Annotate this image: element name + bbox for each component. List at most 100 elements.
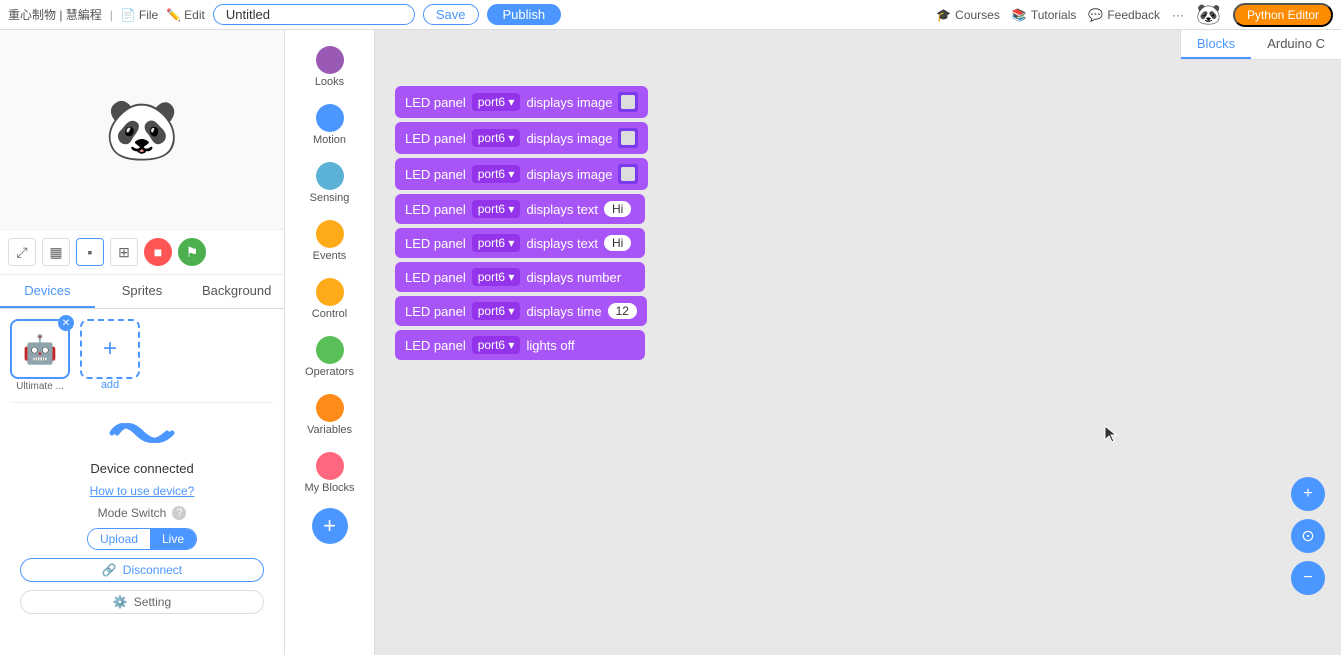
code-block-2[interactable]: LED panel port6 ▾ displays image — [395, 122, 648, 154]
grid-medium-button[interactable]: ▪ — [76, 238, 104, 266]
category-variables[interactable]: Variables — [290, 388, 370, 442]
connection-logo — [102, 413, 182, 453]
block-port-4[interactable]: port6 ▾ — [472, 200, 521, 218]
courses-link[interactable]: 🎓 Courses — [936, 8, 1000, 22]
block-prefix-4: LED panel — [405, 202, 466, 217]
grid-large-button[interactable]: ⊞ — [110, 238, 138, 266]
block-port-3[interactable]: port6 ▾ — [472, 165, 521, 183]
code-area: Blocks Arduino C LED panel port6 ▾ displ… — [375, 30, 1341, 655]
block-port-2[interactable]: port6 ▾ — [472, 129, 521, 147]
code-block-1[interactable]: LED panel port6 ▾ displays image — [395, 86, 648, 118]
blocks-panel: Looks Motion Sensing Events Control Oper… — [285, 30, 375, 655]
control-dot — [316, 278, 344, 306]
category-control[interactable]: Control — [290, 272, 370, 326]
block-prefix-6: LED panel — [405, 270, 466, 285]
mode-switch-label: Mode Switch — [98, 506, 167, 520]
how-to-use-link[interactable]: How to use device? — [90, 484, 195, 498]
operators-label: Operators — [305, 366, 354, 378]
add-block-button[interactable]: + — [312, 508, 348, 544]
more-menu[interactable]: ··· — [1172, 8, 1184, 22]
block-port-6[interactable]: port6 ▾ — [472, 268, 521, 286]
variables-label: Variables — [307, 424, 352, 436]
block-image-icon-3[interactable] — [618, 164, 638, 184]
block-port-7[interactable]: port6 ▾ — [472, 302, 521, 320]
block-prefix-2: LED panel — [405, 131, 466, 146]
save-button[interactable]: Save — [423, 4, 479, 25]
category-motion[interactable]: Motion — [290, 98, 370, 152]
panda-sprite: 🐼 — [105, 94, 180, 165]
looks-label: Looks — [315, 76, 344, 88]
publish-button[interactable]: Publish — [487, 4, 562, 25]
tab-sprites[interactable]: Sprites — [95, 275, 190, 308]
block-pill-7[interactable]: 12 — [608, 303, 637, 319]
add-device-button[interactable]: + — [80, 319, 140, 379]
device-item[interactable]: ✕ 🤖 — [10, 319, 70, 379]
device-close-button[interactable]: ✕ — [58, 315, 74, 331]
zoom-fit-button[interactable]: ⊙ — [1291, 519, 1325, 553]
code-block-4[interactable]: LED panel port6 ▾ displays text Hi — [395, 194, 645, 224]
file-menu[interactable]: 📄 File — [121, 8, 158, 22]
disconnect-button[interactable]: 🔗 Disconnect — [20, 558, 264, 582]
grid-small-button[interactable]: ▦ — [42, 238, 70, 266]
category-events[interactable]: Events — [290, 214, 370, 268]
file-icon: 📄 — [121, 8, 136, 22]
sensing-dot — [316, 162, 344, 190]
sensing-label: Sensing — [310, 192, 350, 204]
expand-button[interactable]: ⤢ — [8, 238, 36, 266]
code-block-8[interactable]: LED panel port6 ▾ lights off — [395, 330, 645, 360]
brand-text: 重心制物 | 慧編程 — [8, 6, 102, 23]
code-blocks-container: LED panel port6 ▾ displays image LED pan… — [375, 66, 1341, 380]
category-looks[interactable]: Looks — [290, 40, 370, 94]
tab-background[interactable]: Background — [189, 275, 284, 308]
tutorials-link[interactable]: 📚 Tutorials — [1012, 8, 1077, 22]
project-title-input[interactable] — [213, 4, 415, 25]
connection-status: Device connected — [90, 461, 193, 476]
code-block-7[interactable]: LED panel port6 ▾ displays time 12 — [395, 296, 647, 326]
live-mode-button[interactable]: Live — [150, 529, 196, 549]
cursor-indicator — [1103, 424, 1119, 449]
device-item-wrapper: ✕ 🤖 Ultimate ... — [10, 319, 70, 392]
flag-button[interactable]: ⚑ — [178, 238, 206, 266]
tab-devices[interactable]: Devices — [0, 275, 95, 308]
zoom-in-button[interactable]: + — [1291, 477, 1325, 511]
block-image-icon-1[interactable] — [618, 92, 638, 112]
category-sensing[interactable]: Sensing — [290, 156, 370, 210]
disconnect-icon: 🔗 — [102, 563, 117, 577]
edit-menu[interactable]: ✏️ Edit — [166, 8, 205, 22]
edit-icon: ✏️ — [166, 8, 181, 22]
tab-arduino[interactable]: Arduino C — [1251, 30, 1341, 59]
myblocks-label: My Blocks — [304, 482, 354, 494]
setting-button[interactable]: ⚙️ Setting — [20, 590, 264, 614]
motion-dot — [316, 104, 344, 132]
python-editor-button[interactable]: Python Editor — [1233, 3, 1333, 27]
block-port-1[interactable]: port6 ▾ — [472, 93, 521, 111]
device-label: Ultimate ... — [16, 381, 64, 392]
events-dot — [316, 220, 344, 248]
block-image-icon-2[interactable] — [618, 128, 638, 148]
feedback-link[interactable]: 💬 Feedback — [1088, 8, 1160, 22]
code-tabs: Blocks Arduino C — [1180, 30, 1341, 60]
block-action-4: displays text — [526, 202, 598, 217]
block-action-2: displays image — [526, 131, 612, 146]
category-operators[interactable]: Operators — [290, 330, 370, 384]
upload-mode-button[interactable]: Upload — [88, 529, 150, 549]
code-block-5[interactable]: LED panel port6 ▾ displays text Hi — [395, 228, 645, 258]
left-panel: 🐼 ⤢ ▦ ▪ ⊞ ■ ⚑ Devices Sprites Background… — [0, 30, 285, 655]
user-avatar: 🐼 — [1196, 2, 1221, 27]
code-block-3[interactable]: LED panel port6 ▾ displays image — [395, 158, 648, 190]
device-connection-panel: Device connected How to use device? Mode… — [10, 402, 274, 624]
devices-content: ✕ 🤖 Ultimate ... + add — [0, 309, 284, 655]
block-pill-5[interactable]: Hi — [604, 235, 631, 251]
zoom-out-button[interactable]: − — [1291, 561, 1325, 595]
device-list: ✕ 🤖 Ultimate ... + add — [10, 319, 274, 392]
block-port-5[interactable]: port6 ▾ — [472, 234, 521, 252]
code-block-6[interactable]: LED panel port6 ▾ displays number — [395, 262, 645, 292]
block-port-8[interactable]: port6 ▾ — [472, 336, 521, 354]
block-prefix-8: LED panel — [405, 338, 466, 353]
sprite-preview: 🐼 — [0, 30, 284, 230]
category-myblocks[interactable]: My Blocks — [290, 446, 370, 500]
block-pill-4[interactable]: Hi — [604, 201, 631, 217]
tab-blocks[interactable]: Blocks — [1181, 30, 1251, 59]
mode-help-icon: ? — [172, 506, 186, 520]
stop-button[interactable]: ■ — [144, 238, 172, 266]
